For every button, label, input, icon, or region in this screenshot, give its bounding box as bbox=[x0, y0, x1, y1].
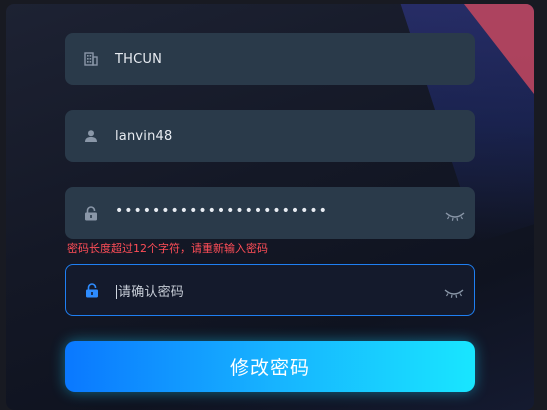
confirm-password-input[interactable]: 请确认密码 bbox=[116, 281, 184, 300]
confirm-password-field[interactable]: 请确认密码 bbox=[65, 264, 475, 316]
lock-icon bbox=[84, 282, 100, 298]
page: THCUN lanvin48 ••••••••••••••••••••••• 密… bbox=[0, 0, 547, 410]
password-error-message: 密码长度超过12个字符，请重新输入密码 bbox=[67, 242, 268, 255]
text-caret bbox=[116, 285, 117, 299]
lock-icon bbox=[83, 205, 99, 221]
eye-closed-icon[interactable] bbox=[444, 284, 464, 298]
username-field[interactable]: lanvin48 bbox=[65, 110, 475, 162]
user-icon bbox=[83, 128, 99, 144]
username-value: lanvin48 bbox=[115, 128, 173, 144]
building-icon bbox=[83, 51, 99, 67]
password-value: ••••••••••••••••••••••• bbox=[115, 203, 328, 219]
company-value: THCUN bbox=[115, 51, 163, 67]
eye-closed-icon[interactable] bbox=[445, 207, 465, 221]
company-field[interactable]: THCUN bbox=[65, 33, 475, 85]
password-field[interactable]: ••••••••••••••••••••••• bbox=[65, 187, 475, 239]
change-password-button[interactable]: 修改密码 bbox=[65, 341, 475, 392]
confirm-password-placeholder: 请确认密码 bbox=[118, 284, 185, 300]
